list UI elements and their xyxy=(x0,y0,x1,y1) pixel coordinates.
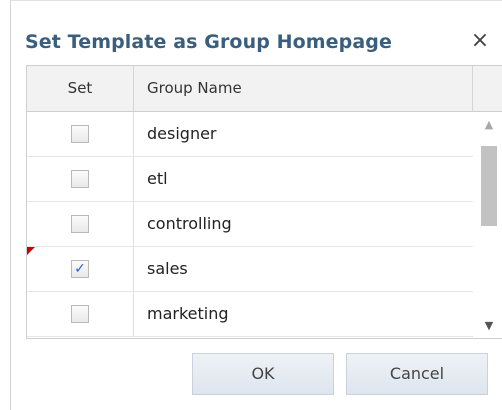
grid-body: designer etl controlling ✓ sales marketi… xyxy=(27,112,473,337)
column-header-set[interactable]: Set xyxy=(27,66,134,111)
table-row[interactable]: etl xyxy=(27,157,473,202)
column-header-group-name[interactable]: Group Name xyxy=(134,66,473,111)
set-checkbox[interactable] xyxy=(71,305,89,323)
cancel-button[interactable]: Cancel xyxy=(346,353,488,395)
group-name-cell: marketing xyxy=(147,304,229,323)
checkmark-icon: ✓ xyxy=(74,261,86,277)
table-row[interactable]: marketing xyxy=(27,292,473,337)
group-name-cell: sales xyxy=(147,259,188,278)
set-cell: ✓ xyxy=(27,247,134,291)
dialog-title: Set Template as Group Homepage xyxy=(25,31,392,53)
scrollbar-thumb[interactable] xyxy=(481,146,497,226)
close-icon[interactable]: × xyxy=(469,29,491,53)
arrow-down-icon[interactable]: ▼ xyxy=(474,315,502,337)
set-checkbox[interactable]: ✓ xyxy=(71,260,89,278)
groups-grid: Set Group Name designer etl controlling … xyxy=(26,65,502,339)
arrow-up-icon[interactable]: ▲ xyxy=(474,114,502,136)
table-row[interactable]: designer xyxy=(27,112,473,157)
group-name-cell: designer xyxy=(147,124,217,143)
dirty-cell-marker xyxy=(27,247,35,255)
ok-button[interactable]: OK xyxy=(192,353,334,395)
grid-header: Set Group Name xyxy=(27,66,502,112)
set-checkbox[interactable] xyxy=(71,125,89,143)
set-cell xyxy=(27,157,134,201)
group-name-cell: etl xyxy=(147,169,168,188)
set-cell xyxy=(27,292,134,336)
column-header-spacer xyxy=(473,66,502,111)
set-cell xyxy=(27,112,134,156)
set-group-homepage-dialog: Set Template as Group Homepage × Set Gro… xyxy=(10,0,502,410)
set-checkbox[interactable] xyxy=(71,215,89,233)
group-name-cell: controlling xyxy=(147,214,232,233)
set-checkbox[interactable] xyxy=(71,170,89,188)
set-cell xyxy=(27,202,134,246)
table-row[interactable]: controlling xyxy=(27,202,473,247)
table-row[interactable]: ✓ sales xyxy=(27,247,473,292)
vertical-scrollbar[interactable]: ▲ ▼ xyxy=(474,112,502,338)
